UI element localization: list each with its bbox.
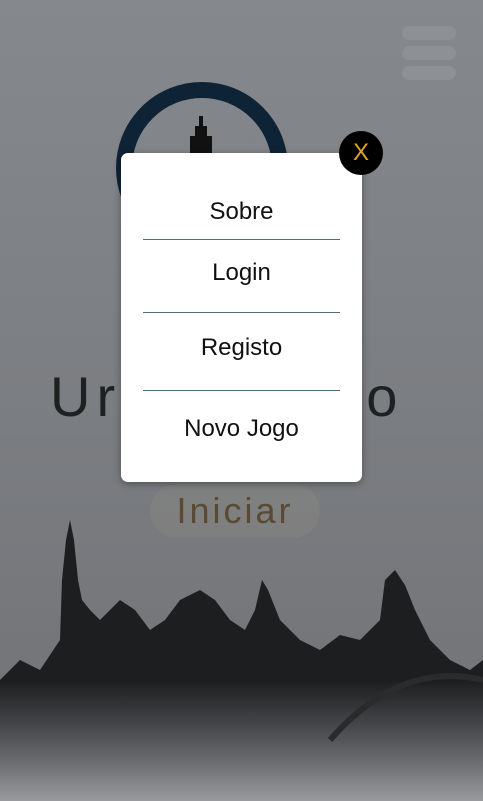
menu-divider — [143, 239, 340, 240]
menu-item-login[interactable]: Login — [121, 259, 362, 287]
menu-item-sobre[interactable]: Sobre — [121, 198, 362, 226]
menu-item-novo-jogo[interactable]: Novo Jogo — [121, 415, 362, 443]
close-button[interactable]: X — [339, 131, 383, 175]
menu-divider — [143, 312, 340, 313]
menu-modal: Sobre Login Registo Novo Jogo — [121, 153, 362, 482]
menu-divider — [143, 390, 340, 391]
menu-item-registo[interactable]: Registo — [121, 334, 362, 362]
